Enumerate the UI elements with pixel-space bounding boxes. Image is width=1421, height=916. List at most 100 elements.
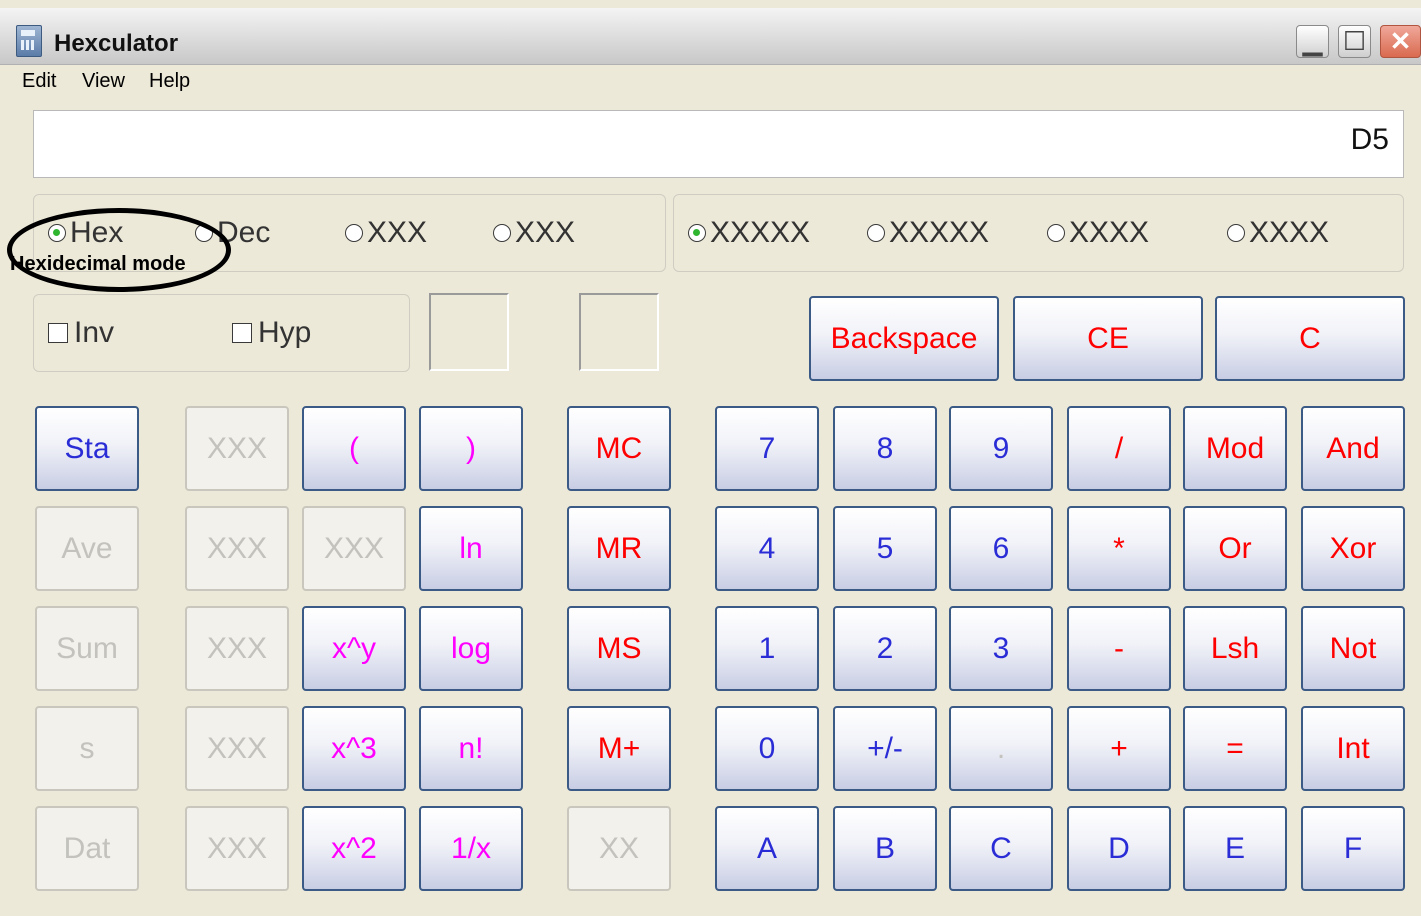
memory-indicator (579, 293, 659, 371)
checkbox-inv-box (48, 323, 68, 343)
radio-word-size-4[interactable]: XXXX (1227, 216, 1329, 250)
key-4-2-button[interactable]: x^2 (302, 806, 406, 891)
key-1-10-button[interactable]: Xor (1301, 506, 1405, 591)
key-3-5-button[interactable]: 0 (715, 706, 819, 791)
ce-button[interactable]: CE (1013, 296, 1203, 381)
key-3-6-button[interactable]: +/- (833, 706, 937, 791)
key-0-0-button[interactable]: Sta (35, 406, 139, 491)
radio-number-system-3-indicator (345, 224, 363, 242)
menu-edit[interactable]: Edit (22, 70, 56, 93)
backspace-button[interactable]: Backspace (809, 296, 999, 381)
key-0-5-button[interactable]: 7 (715, 406, 819, 491)
key-0-2-button[interactable]: ( (302, 406, 406, 491)
radio-word-size-2-indicator (867, 224, 885, 242)
radio-word-size-3-indicator (1047, 224, 1065, 242)
key-3-7-button[interactable]: . (949, 706, 1053, 791)
close-icon: ✕ (1389, 26, 1412, 56)
radio-word-size-3[interactable]: XXXX (1047, 216, 1149, 250)
key-0-9-button[interactable]: Mod (1183, 406, 1287, 491)
annotation-ellipse (7, 208, 231, 292)
key-2-6-button[interactable]: 2 (833, 606, 937, 691)
c-button[interactable]: C (1215, 296, 1405, 381)
key-3-1-button: XXX (185, 706, 289, 791)
radio-word-size-3-label: XXXX (1069, 216, 1150, 249)
maximize-button[interactable]: ☐ (1338, 25, 1371, 58)
checkbox-hyp[interactable]: Hyp (232, 316, 311, 350)
key-3-9-button[interactable]: = (1183, 706, 1287, 791)
key-4-7-button[interactable]: C (949, 806, 1053, 891)
key-2-7-button[interactable]: 3 (949, 606, 1053, 691)
key-0-8-button[interactable]: / (1067, 406, 1171, 491)
key-2-8-button[interactable]: - (1067, 606, 1171, 691)
key-1-3-button[interactable]: ln (419, 506, 523, 591)
key-3-10-button[interactable]: Int (1301, 706, 1405, 791)
key-2-3-button[interactable]: log (419, 606, 523, 691)
key-1-2-button: XXX (302, 506, 406, 591)
key-0-3-button[interactable]: ) (419, 406, 523, 491)
window-title: Hexculator (54, 30, 179, 57)
key-3-8-button[interactable]: + (1067, 706, 1171, 791)
key-2-5-button[interactable]: 1 (715, 606, 819, 691)
key-0-10-button[interactable]: And (1301, 406, 1405, 491)
key-3-0-button: s (35, 706, 139, 791)
radio-number-system-4-label: XXX (515, 216, 576, 249)
radio-word-size-2-label: XXXXX (889, 216, 990, 249)
key-4-4-button: XX (567, 806, 671, 891)
key-4-10-button[interactable]: F (1301, 806, 1405, 891)
radio-word-size-1[interactable]: XXXXX (688, 216, 810, 250)
radio-word-size-1-label: XXXXX (710, 216, 811, 249)
radio-number-system-3[interactable]: XXX (345, 216, 427, 250)
key-2-1-button: XXX (185, 606, 289, 691)
parenthesis-indicator (429, 293, 509, 371)
radio-number-system-4[interactable]: XXX (493, 216, 575, 250)
key-2-2-button[interactable]: x^y (302, 606, 406, 691)
key-4-9-button[interactable]: E (1183, 806, 1287, 891)
key-4-3-button[interactable]: 1/x (419, 806, 523, 891)
key-4-8-button[interactable]: D (1067, 806, 1171, 891)
key-4-5-button[interactable]: A (715, 806, 819, 891)
radio-word-size-1-indicator (688, 224, 706, 242)
key-1-6-button[interactable]: 5 (833, 506, 937, 591)
checkbox-inv-label: Inv (74, 316, 115, 349)
key-4-1-button: XXX (185, 806, 289, 891)
annotation-label: Hexidecimal mode (10, 253, 186, 275)
key-2-0-button: Sum (35, 606, 139, 691)
key-1-5-button[interactable]: 4 (715, 506, 819, 591)
key-1-7-button[interactable]: 6 (949, 506, 1053, 591)
radio-word-size-4-indicator (1227, 224, 1245, 242)
checkbox-hyp-box (232, 323, 252, 343)
key-4-6-button[interactable]: B (833, 806, 937, 891)
key-1-4-button[interactable]: MR (567, 506, 671, 591)
minimize-button[interactable]: ▁ (1296, 25, 1329, 58)
key-1-1-button: XXX (185, 506, 289, 591)
key-3-2-button[interactable]: x^3 (302, 706, 406, 791)
key-1-8-button[interactable]: * (1067, 506, 1171, 591)
minimize-icon: ▁ (1302, 26, 1323, 56)
key-1-9-button[interactable]: Or (1183, 506, 1287, 591)
key-1-0-button: Ave (35, 506, 139, 591)
key-3-3-button[interactable]: n! (419, 706, 523, 791)
menu-view[interactable]: View (82, 70, 125, 93)
display-value: D5 (1350, 123, 1389, 156)
key-2-9-button[interactable]: Lsh (1183, 606, 1287, 691)
close-button[interactable]: ✕ (1380, 25, 1421, 58)
checkbox-inv[interactable]: Inv (48, 316, 114, 350)
key-0-7-button[interactable]: 9 (949, 406, 1053, 491)
key-2-4-button[interactable]: MS (567, 606, 671, 691)
radio-word-size-2[interactable]: XXXXX (867, 216, 989, 250)
calculator-icon (16, 25, 42, 57)
calculator-display: D5 (33, 110, 1404, 178)
calculator-window: Hexculator ▁ ☐ ✕ Edit View Help D5 Hex D… (0, 0, 1421, 916)
menu-help[interactable]: Help (149, 70, 190, 93)
key-2-10-button[interactable]: Not (1301, 606, 1405, 691)
menu-bar: Edit View Help (0, 66, 1421, 96)
radio-number-system-3-label: XXX (367, 216, 428, 249)
key-0-4-button[interactable]: MC (567, 406, 671, 491)
maximize-icon: ☐ (1342, 26, 1367, 56)
key-3-4-button[interactable]: M+ (567, 706, 671, 791)
key-0-6-button[interactable]: 8 (833, 406, 937, 491)
title-bar[interactable]: Hexculator ▁ ☐ ✕ (0, 8, 1421, 65)
checkbox-hyp-label: Hyp (258, 316, 312, 349)
key-0-1-button: XXX (185, 406, 289, 491)
radio-word-size-4-label: XXXX (1249, 216, 1330, 249)
